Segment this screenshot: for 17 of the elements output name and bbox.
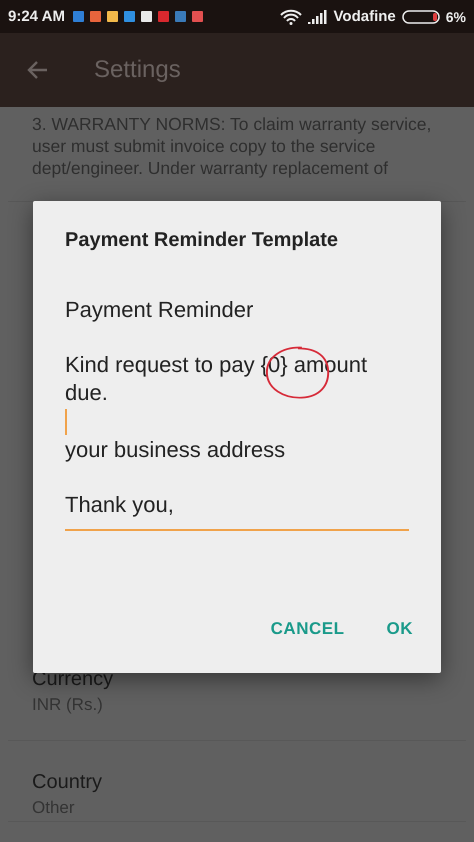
setting-title: Country (32, 770, 104, 795)
setting-title: Currency (32, 667, 114, 692)
cancel-button[interactable]: CANCEL (256, 611, 358, 647)
carrier-name: Vodafine (334, 8, 396, 25)
battery-icon (402, 10, 440, 24)
ok-button[interactable]: OK (372, 611, 427, 647)
message-line: Thank you, (65, 491, 175, 519)
dialog-title: Payment Reminder Template (65, 229, 340, 252)
wifi-icon (280, 8, 302, 24)
battery-percent: 6% (446, 8, 466, 24)
status-time: 9:24 AM (8, 8, 65, 25)
back-arrow-icon[interactable] (26, 60, 48, 80)
toolbar-title: Settings (94, 56, 181, 84)
message-line: your business address (65, 436, 286, 464)
signal-icon (308, 10, 328, 24)
message-line: Payment Reminder (65, 296, 254, 324)
text-cursor (65, 409, 67, 435)
